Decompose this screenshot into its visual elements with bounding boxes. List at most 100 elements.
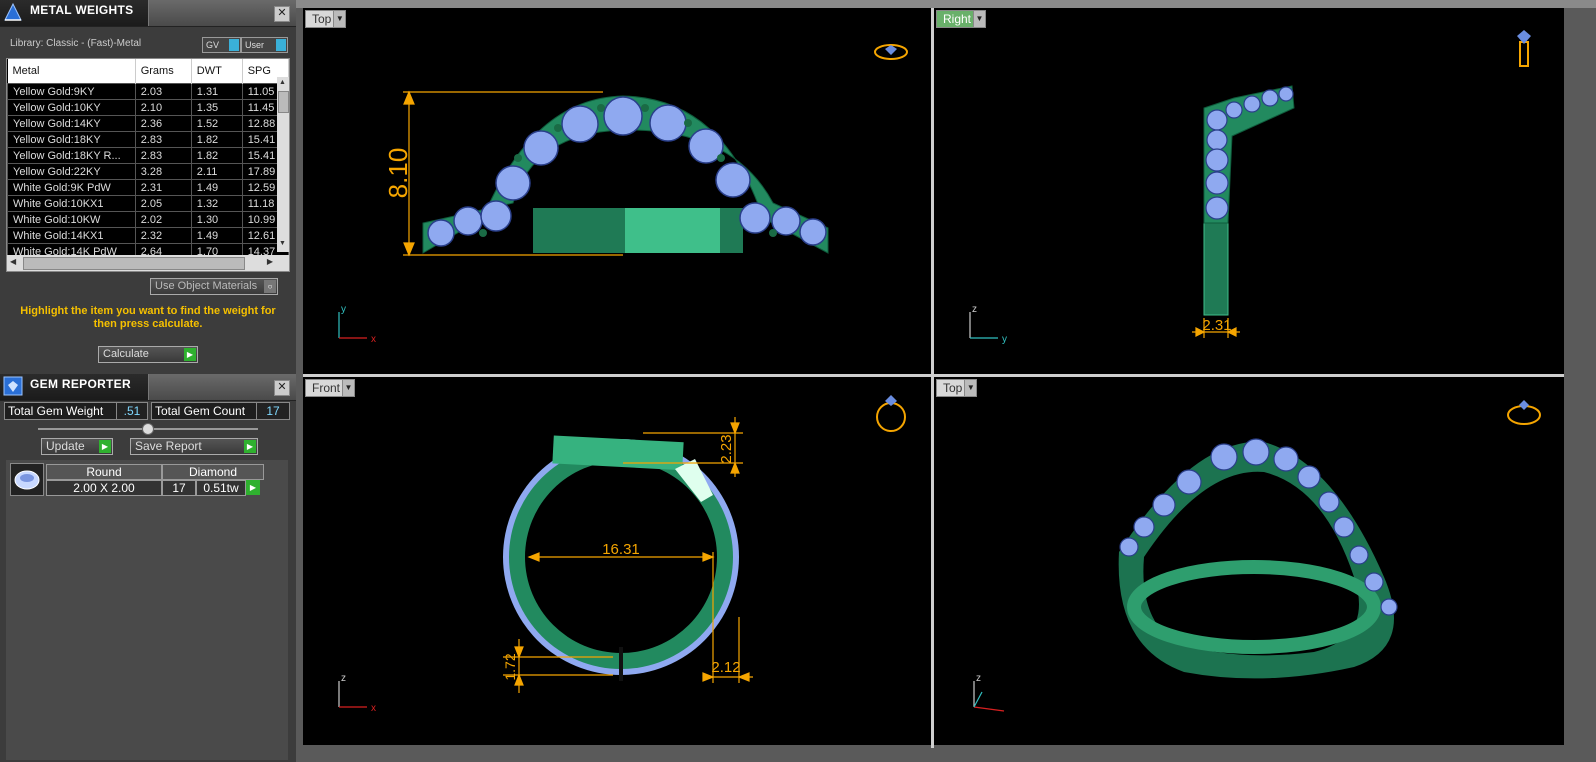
table-row[interactable]: Yellow Gold:18KY 2.83 1.82 15.41: [7, 131, 289, 148]
svg-text:y: y: [341, 304, 346, 315]
gv-toggle[interactable]: GV: [202, 37, 241, 53]
right-view-render: 2.31 z y: [969, 30, 1531, 345]
gem-reporter-title: GEM REPORTER: [30, 377, 131, 391]
vertical-scrollbar[interactable]: ▲ ▼: [277, 77, 289, 252]
play-icon: ▶: [244, 440, 256, 453]
metal-cell: White Gold:10KW: [7, 211, 136, 228]
total-gem-count-value: 17: [256, 402, 290, 420]
calculate-label: Calculate: [103, 348, 149, 360]
gem-row[interactable]: Round Diamond 2.00 X 2.00 17 0.51tw ▶: [10, 463, 266, 496]
dwt-cell: 2.11: [190, 163, 243, 180]
metal-cell: Yellow Gold:9KY: [7, 83, 136, 100]
save-report-button[interactable]: Save Report ▶: [130, 438, 258, 455]
ring-perspective-icon: [1507, 400, 1541, 425]
table-row[interactable]: Yellow Gold:14KY 2.36 1.52 12.88: [7, 115, 289, 132]
use-object-materials-label: Use Object Materials: [155, 280, 258, 292]
ring-front-icon: [876, 395, 906, 432]
table-header: Metal Grams DWT SPG: [7, 59, 289, 84]
total-gem-weight-value: .51: [116, 402, 148, 420]
svg-text:z: z: [341, 673, 346, 684]
scroll-right-icon[interactable]: ▶: [267, 257, 273, 266]
user-toggle-label: User: [245, 40, 265, 50]
svg-text:y: y: [1002, 334, 1007, 345]
radio-icon: ○: [264, 280, 276, 293]
front-view-render: 2.23 16.31 1.72 2.12 z x: [338, 395, 906, 714]
viewport-vertical-divider[interactable]: [931, 8, 934, 748]
grams-cell: 2.02: [134, 211, 192, 228]
top-view-render: 8.10 y x: [338, 44, 908, 345]
metal-cell: White Gold:9K PdW: [7, 179, 136, 196]
close-icon[interactable]: ✕: [274, 6, 290, 22]
metal-cell: Yellow Gold:18KY: [7, 131, 136, 148]
gem-report-icon: [3, 376, 23, 396]
gem-type: Diamond: [162, 464, 264, 480]
user-toggle[interactable]: User: [241, 37, 288, 53]
scroll-thumb[interactable]: [278, 91, 289, 113]
dwt-cell: 1.31: [190, 83, 243, 100]
metal-cell: White Gold:10KX1: [7, 195, 136, 212]
scroll-down-icon[interactable]: ▼: [278, 240, 287, 250]
grams-cell: 2.83: [134, 131, 192, 148]
round-diamond-icon: [14, 470, 40, 490]
play-icon: ▶: [99, 440, 111, 453]
gem-shape: Round: [46, 464, 162, 480]
library-label: Library: Classic - (Fast)-Metal: [10, 38, 142, 49]
horizontal-scrollbar[interactable]: ◀ ▶: [7, 255, 289, 271]
calculate-button[interactable]: Calculate ▶: [98, 346, 198, 363]
grams-cell: 3.28: [134, 163, 192, 180]
table-row[interactable]: White Gold:10KX1 2.05 1.32 11.18: [7, 195, 289, 212]
metal-table-grid: Metal Grams DWT SPG Yellow Gold:9KY 2.03 1…: [7, 59, 289, 260]
grams-cell: 2.32: [134, 227, 192, 244]
metal-weights-titlebar: METAL WEIGHTS ✕: [0, 0, 296, 27]
dim-c: 1.72: [502, 653, 518, 680]
scroll-up-icon[interactable]: ▲: [278, 79, 287, 89]
save-report-label: Save Report: [135, 439, 202, 453]
gem-weight: 0.51tw: [196, 480, 246, 496]
grams-cell: 2.03: [134, 83, 192, 100]
table-row[interactable]: Yellow Gold:10KY 2.10 1.35 11.45: [7, 99, 289, 116]
table-row[interactable]: White Gold:14KX1 2.32 1.49 12.61: [7, 227, 289, 244]
dwt-cell: 1.30: [190, 211, 243, 228]
col-dwt[interactable]: DWT: [191, 59, 243, 84]
metal-cell: Yellow Gold:14KY: [7, 115, 136, 132]
table-row[interactable]: Yellow Gold:22KY 3.28 2.11 17.89: [7, 163, 289, 180]
dim-height: 8.10: [383, 148, 413, 199]
gv-toggle-label: GV: [206, 40, 220, 50]
dim-b: 16.31: [602, 541, 640, 558]
instruction-text: Highlight the item you want to find the …: [20, 305, 276, 330]
scroll-left-icon[interactable]: ◀: [10, 257, 16, 266]
left-panel: METAL WEIGHTS ✕ Library: Classic - (Fast…: [0, 0, 296, 762]
perspective-render: z: [973, 400, 1541, 712]
svg-text:x: x: [371, 334, 376, 345]
use-object-materials-button[interactable]: Use Object Materials ○: [150, 278, 278, 295]
hscroll-thumb[interactable]: [23, 257, 245, 270]
svg-text:z: z: [972, 304, 977, 315]
scale-icon: [4, 2, 22, 21]
table-row[interactable]: White Gold:9K PdW 2.31 1.49 12.59: [7, 179, 289, 196]
close-icon[interactable]: ✕: [274, 380, 290, 396]
col-grams[interactable]: Grams: [135, 59, 192, 84]
viewport-top[interactable]: Top ▼ 8.10 yx: [303, 8, 931, 374]
table-row[interactable]: Yellow Gold:9KY 2.03 1.31 11.05: [7, 83, 289, 100]
svg-text:x: x: [371, 703, 376, 714]
viewport-right[interactable]: Right ▼ 2.31 zy: [934, 8, 1564, 374]
grams-cell: 2.36: [134, 115, 192, 132]
toggle-switch-icon: [229, 39, 239, 51]
dim-a: 2.23: [718, 434, 735, 463]
grams-cell: 2.83: [134, 147, 192, 164]
update-button[interactable]: Update ▶: [41, 438, 113, 455]
metal-cell: Yellow Gold:22KY: [7, 163, 136, 180]
table-row[interactable]: White Gold:10KW 2.02 1.30 10.99: [7, 211, 289, 228]
col-metal[interactable]: Metal: [7, 59, 136, 84]
table-row[interactable]: Yellow Gold:18KY R... 2.83 1.82 15.41: [7, 147, 289, 164]
viewport-horizontal-divider[interactable]: [303, 374, 1564, 377]
dwt-cell: 1.49: [190, 179, 243, 196]
grams-cell: 2.10: [134, 99, 192, 116]
viewport-perspective[interactable]: Top ▼ z: [934, 377, 1564, 745]
gem-count: 17: [162, 480, 196, 496]
viewport-front[interactable]: Front ▼ 2.23 16.31 1.72 2.12 zx: [303, 377, 931, 745]
play-icon[interactable]: ▶: [246, 480, 260, 495]
dwt-cell: 1.82: [190, 131, 243, 148]
gem-size: 2.00 X 2.00: [46, 480, 162, 496]
slider-handle[interactable]: [142, 423, 154, 435]
